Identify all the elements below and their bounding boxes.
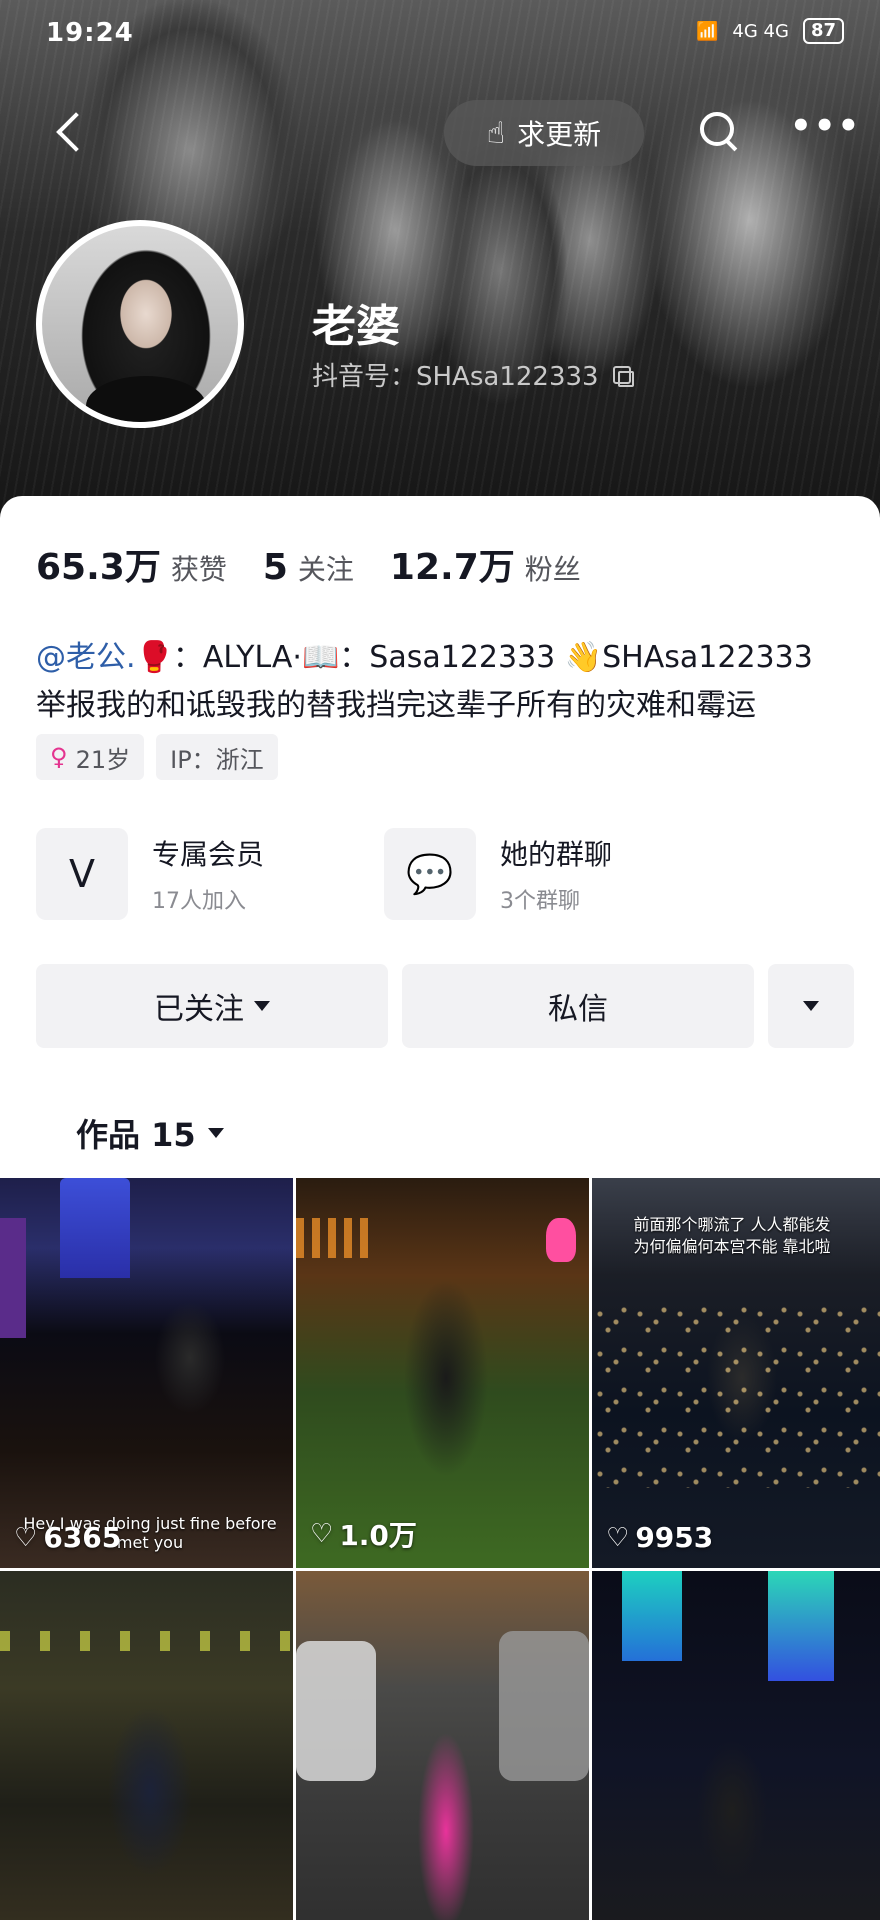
video-thumbnail[interactable]: 前面那个哪流了 人人都能发 为何偏偏何本宫不能 靠北啦 ♡ 9953	[592, 1178, 880, 1568]
thumbnail-art	[296, 1218, 376, 1258]
more-actions-button[interactable]	[768, 964, 854, 1048]
status-time: 19:24	[46, 18, 134, 48]
followed-button[interactable]: 已关注	[36, 964, 388, 1048]
hand-pointer-icon: ☝	[486, 115, 506, 151]
thumbnail-art	[592, 1298, 880, 1488]
message-button[interactable]: 私信	[402, 964, 754, 1048]
video-thumbnail[interactable]	[0, 1571, 296, 1920]
like-count: ♡ 1.0万	[310, 1514, 417, 1554]
video-thumbnail[interactable]	[592, 1571, 880, 1920]
heart-icon: ♡	[310, 1519, 334, 1549]
bio-line-1-text: 🥊：ALYLA·📖：Sasa122333 👋SHAsa122333	[135, 640, 813, 675]
bio-mention-link[interactable]: @老公.	[36, 640, 136, 675]
request-update-button[interactable]: ☝ 求更新	[444, 100, 644, 166]
stat-value: 12.7万	[389, 547, 515, 588]
video-thumbnail[interactable]: Hey I was doing just fine before met you…	[0, 1178, 296, 1568]
caret-down-icon	[803, 1001, 819, 1011]
thumbnail-art	[622, 1571, 682, 1661]
wifi-icon: 📶	[695, 20, 719, 42]
copy-icon[interactable]	[612, 365, 634, 387]
video-thumbnail[interactable]: ♡ 1.0万	[296, 1178, 592, 1568]
more-options-icon[interactable]: •••	[790, 106, 859, 156]
thumbnail-art	[0, 1218, 26, 1338]
followed-label: 已关注	[154, 992, 244, 1027]
group-chat-card[interactable]: 💬 她的群聊 3个群聊	[384, 826, 704, 922]
like-count: ♡ 6365	[14, 1521, 121, 1554]
status-icons: 📶 4G 4G 87	[696, 18, 844, 44]
stat-label: 获赞	[170, 553, 227, 586]
like-count-text: 1.0万	[339, 1519, 417, 1552]
battery-icon: 87	[802, 18, 844, 44]
video-caption: 前面那个哪流了 人人都能发 为何偏偏何本宫不能 靠北啦	[633, 1215, 831, 1256]
nickname: 老婆	[312, 301, 400, 352]
video-grid: Hey I was doing just fine before met you…	[0, 1178, 880, 1920]
profile-tags: ♀ 21岁 IP：浙江	[36, 734, 278, 780]
bio: @老公.🥊：ALYLA·📖：Sasa122333 👋SHAsa122333 举报…	[36, 634, 856, 730]
feature-title: 她的群聊	[500, 838, 613, 871]
douyin-id-text: 抖音号：SHAsa122333	[312, 362, 599, 392]
vip-v-icon: V	[36, 828, 128, 920]
network-indicator: 4G 4G	[732, 20, 789, 42]
feature-cards: V 专属会员 17人加入 💬 她的群聊 3个群聊	[36, 826, 704, 922]
request-update-label: 求更新	[517, 118, 602, 151]
ip-tag: IP：浙江	[156, 734, 278, 780]
back-arrow-icon[interactable]	[48, 108, 92, 158]
profile-sheet: 65.3万 获赞 5 关注 12.7万 粉丝 @老公.🥊：ALYLA·📖：Sas…	[0, 496, 880, 1920]
thumbnail-art	[768, 1571, 834, 1681]
stat-following[interactable]: 5 关注	[263, 547, 354, 588]
bio-line-2: 举报我的和诋毁我的替我挡完这辈子所有的灾难和霉运	[36, 688, 756, 723]
action-buttons: 已关注 私信	[36, 964, 854, 1048]
stat-followers[interactable]: 12.7万 粉丝	[390, 538, 581, 590]
stat-value: 5	[262, 547, 288, 588]
ip-text: IP：浙江	[170, 745, 264, 774]
message-label: 私信	[548, 992, 608, 1027]
search-icon[interactable]	[694, 106, 744, 156]
bio-line-1: @老公.🥊：ALYLA·📖：Sasa122333 👋SHAsa122333	[36, 634, 856, 682]
stats-row: 65.3万 获赞 5 关注 12.7万 粉丝	[36, 538, 617, 590]
caret-down-icon	[254, 1001, 270, 1011]
like-count: ♡ 9953	[606, 1521, 713, 1554]
age-text: 21岁	[75, 745, 131, 774]
heart-icon: ♡	[606, 1522, 630, 1553]
stat-label: 粉丝	[524, 553, 581, 586]
heart-icon: ♡	[14, 1522, 38, 1553]
thumbnail-art	[546, 1218, 576, 1262]
feature-title: 专属会员	[152, 838, 265, 871]
chat-bubbles-icon: 💬	[384, 828, 476, 920]
status-bar: 19:24 📶 4G 4G 87	[0, 0, 880, 70]
age-tag: ♀ 21岁	[36, 734, 145, 780]
douyin-id[interactable]: 抖音号：SHAsa122333	[312, 356, 634, 393]
like-count-text: 9953	[635, 1521, 714, 1554]
thumbnail-art	[0, 1631, 293, 1651]
thumbnail-art	[60, 1178, 130, 1278]
feature-subtitle: 3个群聊	[500, 889, 580, 914]
female-icon: ♀	[50, 743, 68, 771]
thumbnail-art	[499, 1631, 589, 1781]
stat-likes[interactable]: 65.3万 获赞	[36, 538, 227, 590]
thumbnail-art	[296, 1641, 376, 1781]
tab-works[interactable]: 作品 15	[76, 1110, 224, 1156]
caret-down-icon	[207, 1128, 224, 1138]
stat-label: 关注	[297, 553, 354, 586]
avatar[interactable]	[36, 220, 244, 428]
like-count-text: 6365	[43, 1521, 122, 1554]
stat-value: 65.3万	[36, 547, 161, 588]
video-thumbnail[interactable]	[296, 1571, 592, 1920]
feature-subtitle: 17人加入	[152, 889, 246, 914]
works-tab-label: 作品 15	[76, 1116, 196, 1154]
exclusive-member-card[interactable]: V 专属会员 17人加入	[36, 826, 356, 922]
